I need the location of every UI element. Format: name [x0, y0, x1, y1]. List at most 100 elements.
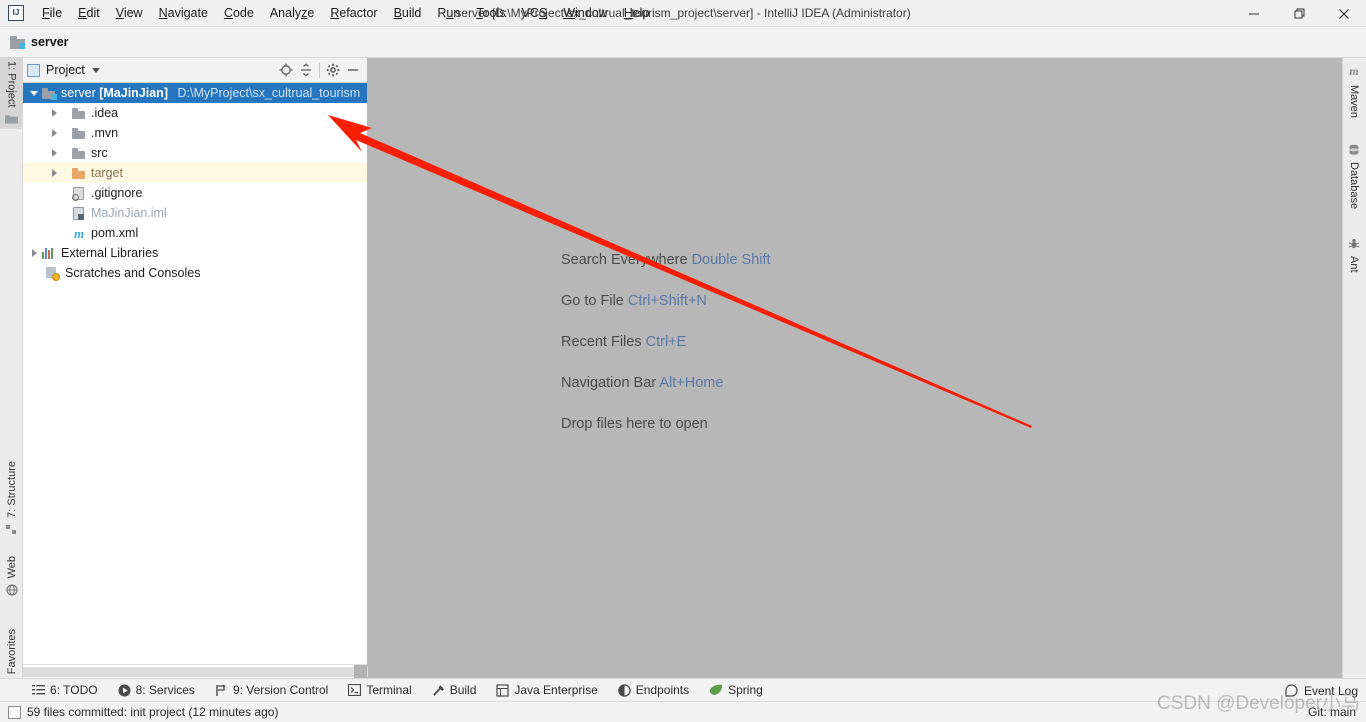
tree-label-src: src — [91, 146, 108, 160]
gear-icon[interactable] — [323, 60, 343, 80]
status-bar-icon — [8, 705, 21, 719]
menu-build[interactable]: Build — [386, 2, 430, 24]
editor-empty-area[interactable]: Search Everywhere Double Shift Go to Fil… — [368, 58, 1342, 678]
tree-row-iml[interactable]: MaJinJian.iml — [23, 203, 367, 223]
iml-file-icon — [71, 206, 87, 221]
bottom-tab-services[interactable]: 8: Services — [108, 679, 205, 702]
select-opened-file-icon[interactable] — [276, 60, 296, 80]
event-log-label: Event Log — [1303, 683, 1358, 698]
sidebar-item-maven[interactable]: m Maven — [1342, 62, 1366, 121]
sidebar-item-database[interactable]: Database — [1342, 142, 1366, 212]
hint-recent-files: Recent Files Ctrl+E — [561, 334, 687, 350]
tree-row-src[interactable]: src — [23, 143, 367, 163]
web-icon — [5, 584, 18, 597]
menu-run[interactable]: Run — [429, 2, 468, 24]
gitignore-file-icon — [71, 186, 87, 201]
maven-pom-icon: m — [73, 225, 85, 241]
chevron-down-icon[interactable] — [91, 67, 100, 73]
menu-refactor[interactable]: Refactor — [322, 2, 385, 24]
scratches-icon — [45, 266, 61, 281]
tree-label-gitignore: .gitignore — [91, 186, 143, 200]
tree-label-server: server [MaJinJian] D:\MyProject\sx_cultr… — [61, 86, 361, 100]
tool-window-bar: 6: TODO 8: Services 9: Version Control T… — [0, 678, 1366, 701]
status-message: 59 files committed: init project (12 min… — [27, 705, 279, 719]
tree-row-external-libraries[interactable]: External Libraries — [23, 243, 367, 263]
minimize-button[interactable] — [1231, 0, 1276, 27]
bottom-tab-terminal[interactable]: Terminal — [338, 679, 421, 702]
tree-label-scratches: Scratches and Consoles — [65, 266, 201, 280]
expand-arrow-icon[interactable] — [27, 90, 41, 96]
sidebar-item-project-label: 1: Project — [5, 61, 18, 108]
bottom-tab-version-control[interactable]: 9: Version Control — [205, 679, 338, 702]
hint-search-everywhere: Search Everywhere Double Shift — [561, 252, 771, 268]
git-branch-widget[interactable]: Git: main — [1308, 705, 1356, 719]
menu-view[interactable]: View — [108, 2, 151, 24]
menu-edit[interactable]: Edit — [70, 2, 108, 24]
expand-arrow-icon[interactable] — [27, 249, 41, 257]
bottom-tab-todo[interactable]: 6: TODO — [22, 679, 108, 702]
expand-arrow-icon[interactable] — [47, 149, 61, 157]
module-folder-icon — [41, 86, 57, 101]
tree-row-server[interactable]: server [MaJinJian] D:\MyProject\sx_cultr… — [23, 83, 367, 103]
tree-label-target: target — [91, 166, 123, 180]
maven-icon: m — [1349, 64, 1359, 78]
expand-arrow-icon[interactable] — [47, 169, 61, 177]
menu-file[interactable]: File — [34, 2, 70, 24]
bottom-tab-spring[interactable]: Spring — [699, 679, 773, 702]
expand-arrow-icon[interactable] — [47, 129, 61, 137]
bottom-tab-java-enterprise-label: Java Enterprise — [514, 683, 598, 697]
hint-drop-files: Drop files here to open — [561, 416, 708, 432]
menu-navigate[interactable]: Navigate — [151, 2, 216, 24]
menu-code[interactable]: Code — [216, 2, 262, 24]
sidebar-item-ant-label: Ant — [1348, 256, 1360, 273]
project-tree[interactable]: server [MaJinJian] D:\MyProject\sx_cultr… — [23, 83, 367, 664]
sidebar-item-ant[interactable]: Ant — [1342, 236, 1366, 276]
project-panel-horizontal-scrollbar[interactable] — [23, 664, 833, 679]
services-icon — [118, 684, 131, 697]
sidebar-item-structure-label: 7: Structure — [5, 461, 18, 518]
java-enterprise-icon — [496, 683, 509, 697]
tree-row-idea[interactable]: .idea — [23, 103, 367, 123]
sidebar-item-project[interactable]: 1: Project — [0, 58, 23, 130]
intellij-window: File Edit View Navigate Code Analyze Ref… — [0, 0, 1366, 722]
hint-go-to-file: Go to File Ctrl+Shift+N — [561, 293, 707, 309]
tree-row-mvn[interactable]: .mvn — [23, 123, 367, 143]
editor-hints: Search Everywhere Double Shift Go to Fil… — [561, 252, 771, 457]
bottom-tab-build[interactable]: Build — [422, 679, 487, 702]
breadcrumb[interactable]: server — [10, 35, 69, 49]
tree-row-scratches[interactable]: Scratches and Consoles — [23, 263, 367, 283]
menu-tools[interactable]: Tools — [468, 2, 513, 24]
menu-help[interactable]: Help — [616, 2, 658, 24]
hint-navigation-bar: Navigation Bar Alt+Home — [561, 375, 724, 391]
hide-panel-icon[interactable] — [343, 60, 363, 80]
close-button[interactable] — [1321, 0, 1366, 27]
menu-vcs[interactable]: VCS — [514, 2, 556, 24]
event-log-button[interactable]: Event Log — [1285, 679, 1358, 702]
tree-label-pom: pom.xml — [91, 226, 139, 240]
status-bar: 59 files committed: init project (12 min… — [0, 701, 1366, 722]
intellij-logo-icon — [8, 5, 24, 21]
bottom-tab-java-enterprise[interactable]: Java Enterprise — [486, 679, 607, 702]
bottom-tab-endpoints[interactable]: Endpoints — [608, 679, 699, 702]
sidebar-item-database-label: Database — [1348, 162, 1360, 210]
navigation-bar: server DemoApplication — [0, 27, 1366, 81]
menu-analyze[interactable]: Analyze — [262, 2, 322, 24]
tree-row-pom[interactable]: m pom.xml — [23, 223, 367, 243]
right-tool-strip: m Maven Database Ant — [1342, 58, 1366, 678]
database-icon — [1348, 144, 1360, 156]
menu-window[interactable]: Window — [555, 2, 615, 24]
bottom-tab-services-label: 8: Services — [135, 683, 195, 697]
project-window-icon — [27, 63, 40, 77]
sidebar-item-structure[interactable]: 7: Structure — [0, 458, 23, 540]
tree-row-gitignore[interactable]: .gitignore — [23, 183, 367, 203]
sidebar-item-web[interactable]: Web — [0, 553, 23, 600]
endpoints-icon — [618, 683, 631, 697]
tree-row-target[interactable]: target — [23, 163, 367, 183]
sidebar-item-maven-label: Maven — [1348, 85, 1360, 119]
collapse-all-icon[interactable] — [296, 60, 316, 80]
maximize-button[interactable] — [1276, 0, 1321, 27]
project-panel-header: Project — [23, 58, 367, 83]
window-controls — [1231, 0, 1366, 27]
event-log-icon — [1285, 684, 1298, 697]
expand-arrow-icon[interactable] — [47, 109, 61, 117]
